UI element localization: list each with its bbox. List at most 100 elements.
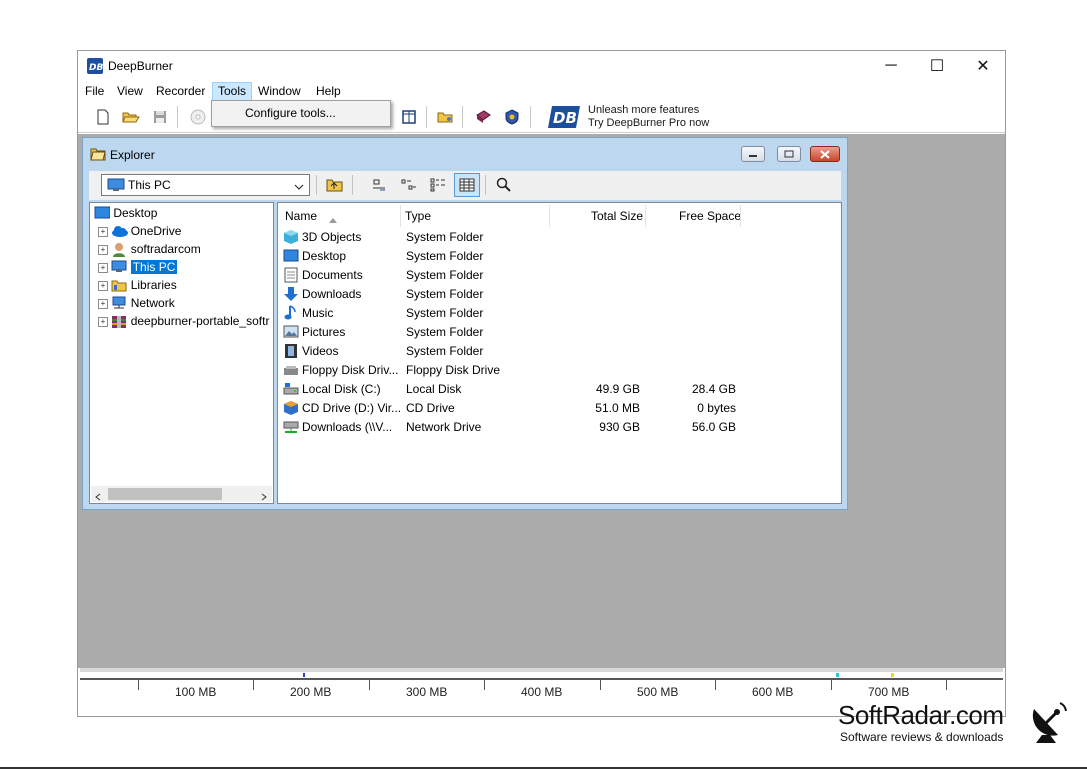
maximize-button[interactable]: ☐ bbox=[914, 51, 960, 81]
explorer-minimize-button[interactable] bbox=[741, 146, 765, 162]
tree-item-this-pc[interactable]: + This PC bbox=[98, 258, 178, 276]
list-item[interactable]: Desktop System Folder bbox=[283, 247, 838, 266]
tree-item-archive[interactable]: + deepburner-portable_softr bbox=[98, 312, 269, 330]
save-icon[interactable] bbox=[149, 106, 171, 128]
menu-window[interactable]: Window bbox=[253, 82, 306, 101]
list-item[interactable]: Pictures System Folder bbox=[283, 323, 838, 342]
help-book-icon[interactable] bbox=[472, 106, 494, 128]
column-divider[interactable] bbox=[400, 205, 401, 227]
scale-label: 300 MB bbox=[406, 685, 448, 699]
column-header-name[interactable]: Name bbox=[285, 209, 317, 223]
scrollbar-thumb[interactable] bbox=[108, 488, 222, 500]
tree-item-user[interactable]: + softradarcom bbox=[98, 240, 201, 258]
list-item[interactable]: Floppy Disk Driv... Floppy Disk Drive bbox=[283, 361, 838, 380]
tree-item-label: OneDrive bbox=[130, 224, 182, 238]
tools-dropdown-menu: Configure tools... bbox=[211, 100, 391, 127]
large-icons-view-icon[interactable] bbox=[368, 174, 390, 196]
menu-recorder[interactable]: Recorder bbox=[151, 82, 210, 101]
tree-item-label: Desktop bbox=[113, 206, 158, 220]
tree-item-onedrive[interactable]: + OneDrive bbox=[98, 222, 181, 240]
promo-line-2: Try DeepBurner Pro now bbox=[588, 117, 710, 129]
chevron-left-icon[interactable] bbox=[95, 490, 101, 504]
item-type: System Folder bbox=[406, 287, 484, 301]
list-item[interactable]: Videos System Folder bbox=[283, 342, 838, 361]
new-file-icon[interactable] bbox=[92, 106, 114, 128]
list-item[interactable]: 3D Objects System Folder bbox=[283, 228, 838, 247]
burn-disc-icon[interactable] bbox=[187, 106, 209, 128]
scale-tick bbox=[831, 680, 832, 690]
menu-tools[interactable]: Tools bbox=[212, 82, 253, 101]
explorer-restore-button[interactable] bbox=[777, 146, 801, 162]
minimize-button[interactable]: ─ bbox=[868, 51, 914, 81]
expand-icon[interactable]: + bbox=[98, 244, 108, 255]
tree-horizontal-scrollbar[interactable] bbox=[91, 486, 272, 502]
open-folder-icon[interactable] bbox=[120, 106, 142, 128]
list-item[interactable]: CD Drive (D:) Vir... CD Drive 51.0 MB 0 … bbox=[283, 399, 838, 418]
item-name: Videos bbox=[302, 344, 339, 358]
expand-icon[interactable]: + bbox=[98, 298, 108, 309]
menu-item-configure-tools[interactable]: Configure tools... bbox=[245, 106, 336, 120]
promo-text[interactable]: Unleash more features Try DeepBurner Pro… bbox=[588, 104, 709, 130]
item-free-space: 0 bytes bbox=[697, 401, 736, 415]
svg-text:DB: DB bbox=[89, 63, 103, 73]
list-view-icon[interactable] bbox=[427, 174, 449, 196]
svg-text:DB: DB bbox=[553, 109, 577, 127]
column-header-total-size[interactable]: Total Size bbox=[591, 209, 643, 223]
item-free-space: 28.4 GB bbox=[691, 382, 736, 396]
expand-icon[interactable]: + bbox=[98, 262, 108, 273]
item-name: Music bbox=[302, 306, 334, 320]
expand-icon[interactable]: + bbox=[98, 280, 108, 291]
menu-file[interactable]: File bbox=[80, 82, 109, 101]
tree-item-label: softradarcom bbox=[130, 242, 201, 256]
explorer-folder-icon[interactable] bbox=[435, 106, 457, 128]
chevron-right-icon[interactable] bbox=[261, 490, 267, 504]
small-icons-view-icon[interactable] bbox=[398, 174, 420, 196]
scale-tick bbox=[715, 680, 716, 690]
capacity-marker-yellow bbox=[891, 673, 894, 677]
chevron-down-icon bbox=[294, 180, 304, 194]
tree-item-label-selected: This PC bbox=[130, 260, 178, 274]
list-item[interactable]: Documents System Folder bbox=[283, 266, 838, 285]
promo-line-1: Unleash more features bbox=[588, 104, 700, 116]
explorer-title: Explorer bbox=[110, 148, 155, 162]
item-name: Downloads bbox=[302, 287, 362, 301]
column-header-free-space[interactable]: Free Space bbox=[679, 209, 741, 223]
item-type: System Folder bbox=[406, 344, 484, 358]
list-item[interactable]: Downloads (\\V... Network Drive 930 GB 5… bbox=[283, 418, 838, 437]
location-dropdown[interactable]: This PC bbox=[101, 174, 310, 196]
tree-item-desktop[interactable]: Desktop bbox=[94, 204, 157, 222]
list-item[interactable]: Music System Folder bbox=[283, 304, 838, 323]
close-button[interactable]: ✕ bbox=[960, 51, 1006, 81]
expand-icon[interactable]: + bbox=[98, 316, 108, 327]
menu-help[interactable]: Help bbox=[311, 82, 346, 101]
column-divider[interactable] bbox=[740, 205, 741, 227]
capacity-marker-blue bbox=[303, 673, 305, 677]
softradar-watermark: SoftRadar.com Software reviews & downloa… bbox=[838, 700, 1004, 744]
details-view-icon[interactable] bbox=[454, 173, 480, 197]
location-value: This PC bbox=[128, 178, 171, 192]
column-header-type[interactable]: Type bbox=[405, 209, 431, 223]
item-type: System Folder bbox=[406, 268, 484, 282]
scale-label: 100 MB bbox=[175, 685, 217, 699]
tree-item-libraries[interactable]: + Libraries bbox=[98, 276, 177, 294]
list-item[interactable]: Downloads System Folder bbox=[283, 285, 838, 304]
watermark-tagline: Software reviews & downloads bbox=[840, 730, 1004, 744]
column-divider[interactable] bbox=[645, 205, 646, 227]
about-icon[interactable] bbox=[501, 106, 523, 128]
list-item[interactable]: Local Disk (C:) Local Disk 49.9 GB 28.4 … bbox=[283, 380, 838, 399]
item-type: Floppy Disk Drive bbox=[406, 363, 501, 377]
column-divider[interactable] bbox=[549, 205, 550, 227]
toolbar-separator bbox=[316, 175, 317, 195]
expand-icon[interactable]: + bbox=[98, 226, 108, 237]
satellite-dish-icon bbox=[1028, 699, 1068, 743]
folder-up-icon[interactable] bbox=[324, 174, 346, 196]
search-icon[interactable] bbox=[493, 174, 515, 196]
scale-label: 200 MB bbox=[290, 685, 332, 699]
item-name: CD Drive (D:) Vir... bbox=[302, 401, 402, 415]
tree-item-network[interactable]: + Network bbox=[98, 294, 175, 312]
sort-ascending-icon bbox=[329, 212, 337, 226]
layout-icon[interactable] bbox=[398, 106, 420, 128]
explorer-close-button[interactable] bbox=[810, 146, 840, 162]
menu-view[interactable]: View bbox=[112, 82, 148, 101]
deepburner-pro-logo[interactable]: DB bbox=[548, 104, 582, 130]
